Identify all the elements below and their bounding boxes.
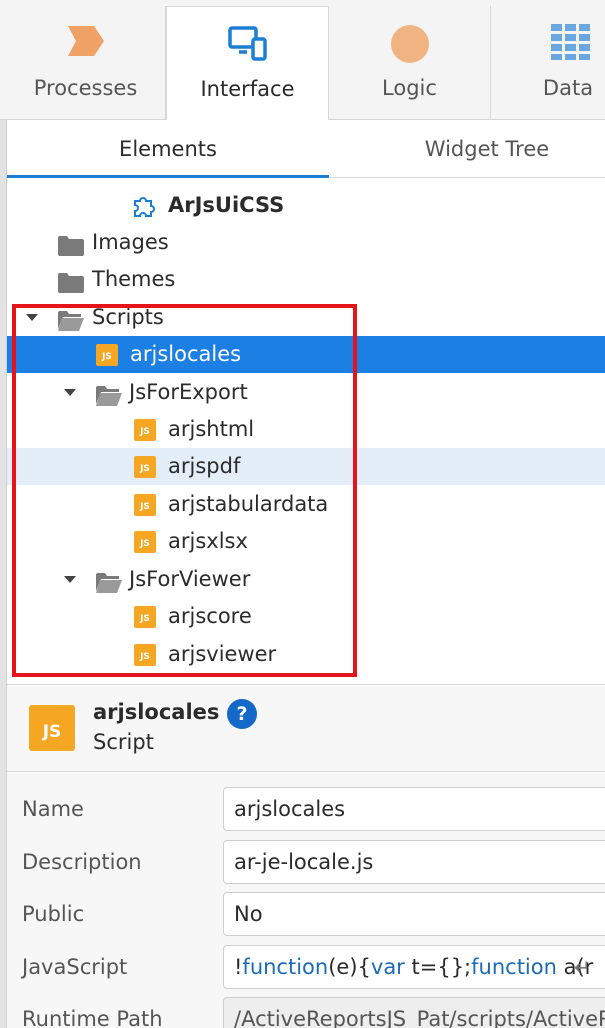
tree-item-script[interactable]: JS arjscore	[7, 598, 605, 635]
tree-item-script[interactable]: JS arjstabulardata	[7, 486, 605, 523]
properties-panel: Name arjslocales Description ar-je-local…	[7, 773, 605, 1028]
tree-item-label: Images	[92, 230, 169, 254]
tree-item-script-hovered[interactable]: JS arjspdf	[7, 448, 605, 485]
name-value: arjslocales	[234, 797, 346, 821]
tab-logic-label: Logic	[382, 76, 437, 100]
tree-folder-themes[interactable]: Themes	[7, 261, 605, 298]
public-value: No	[234, 902, 263, 926]
tree-item-label: arjstabulardata	[168, 492, 329, 516]
public-select[interactable]: No	[223, 892, 605, 936]
tree-item-label: arjscore	[168, 604, 252, 628]
tree-item-label: Themes	[92, 267, 176, 291]
multiline-return-icon: ↵	[574, 955, 591, 979]
tree-item-label: arjslocales	[130, 342, 242, 366]
open-folder-icon	[95, 569, 123, 593]
interface-devices-icon	[227, 25, 269, 67]
js-file-icon: JS	[96, 344, 118, 366]
code-token: function	[242, 955, 329, 979]
code-token: function	[471, 955, 557, 979]
selected-element-header: JS arjslocales ? Script	[7, 686, 605, 772]
tree-item-label: JsForExport	[129, 380, 248, 404]
tab-data-label: Data	[542, 76, 594, 100]
js-file-icon: JS	[134, 494, 156, 516]
element-type: Script	[93, 730, 154, 754]
tree-item-label: Scripts	[92, 305, 164, 329]
tab-elements[interactable]: Elements	[7, 120, 329, 178]
elements-tree: ArJsUiCSS Images Themes Scripts JS arjsl…	[7, 184, 605, 682]
logic-circle-icon	[390, 24, 430, 68]
folder-icon	[57, 232, 85, 256]
js-file-icon: JS	[134, 531, 156, 553]
js-file-icon: JS	[134, 456, 156, 478]
left-rail	[0, 82, 7, 1028]
folder-icon	[57, 269, 85, 293]
tab-widget-tree-label: Widget Tree	[424, 137, 550, 161]
js-file-icon: JS	[134, 419, 156, 441]
tab-processes-label: Processes	[33, 76, 138, 100]
code-token: var	[370, 955, 405, 979]
tree-item-script[interactable]: JS arjsviewer	[7, 636, 605, 673]
property-label-public: Public	[22, 902, 85, 926]
tab-processes[interactable]: Processes	[6, 6, 166, 120]
sub-tab-bar: Elements Widget Tree	[7, 120, 605, 178]
code-token: t={};	[404, 955, 472, 979]
tree-folder-scripts[interactable]: Scripts	[7, 299, 605, 336]
tab-widget-tree[interactable]: Widget Tree	[329, 120, 605, 178]
tab-data[interactable]: Data	[491, 6, 605, 120]
panel-divider	[7, 684, 605, 685]
description-field[interactable]: ar-je-locale.js	[223, 840, 605, 884]
tree-item-label: arjsxlsx	[168, 529, 248, 553]
name-field[interactable]: arjslocales	[223, 787, 605, 831]
tree-item-label: JsForViewer	[129, 567, 251, 591]
tab-logic[interactable]: Logic	[329, 6, 491, 120]
js-file-icon: JS	[134, 606, 156, 628]
tree-item-label: arjshtml	[168, 417, 255, 441]
javascript-field[interactable]: !function(e){var t={};function a(r ↵	[223, 945, 605, 989]
property-label-javascript: JavaScript	[22, 955, 128, 979]
help-icon[interactable]: ?	[227, 699, 257, 729]
property-label-name: Name	[22, 797, 84, 821]
tree-item-label: arjspdf	[168, 454, 241, 478]
tab-interface-label: Interface	[200, 77, 295, 101]
tree-folder-jsforexport[interactable]: JsForExport	[7, 374, 605, 411]
data-grid-icon	[551, 24, 591, 64]
open-folder-icon	[57, 307, 85, 331]
property-label-description: Description	[22, 850, 142, 874]
tree-item-script[interactable]: JS arjsxlsx	[7, 523, 605, 560]
javascript-code-preview: !function(e){var t={};function a(r	[234, 955, 593, 979]
tab-elements-label: Elements	[119, 137, 217, 161]
tree-folder-images[interactable]: Images	[7, 224, 605, 261]
runtime-path-value: /ActiveReportsJS_Pat/scripts/ActiveR	[234, 1007, 605, 1028]
property-label-runtime-path: Runtime Path	[22, 1007, 163, 1028]
processes-icon	[66, 24, 106, 62]
code-token: (e){	[328, 955, 371, 979]
open-folder-icon	[95, 382, 123, 406]
tree-item-script-selected[interactable]: JS arjslocales	[7, 336, 605, 373]
tree-item-label: arjsviewer	[168, 642, 277, 666]
top-tab-bar: Processes Interface Logic Data	[0, 0, 605, 121]
tree-item-theme[interactable]: ArJsUiCSS	[7, 187, 605, 224]
tree-item-label: ArJsUiCSS	[168, 193, 285, 217]
runtime-path-field: /ActiveReportsJS_Pat/scripts/ActiveR	[223, 997, 605, 1028]
js-file-icon: JS	[134, 644, 156, 666]
tree-item-script[interactable]: JS arjshtml	[7, 411, 605, 448]
element-name: arjslocales	[93, 700, 220, 724]
js-script-icon: JS	[29, 705, 75, 751]
tree-folder-jsforviewer[interactable]: JsForViewer	[7, 561, 605, 598]
tab-interface[interactable]: Interface	[166, 6, 329, 121]
description-value: ar-je-locale.js	[234, 850, 374, 874]
